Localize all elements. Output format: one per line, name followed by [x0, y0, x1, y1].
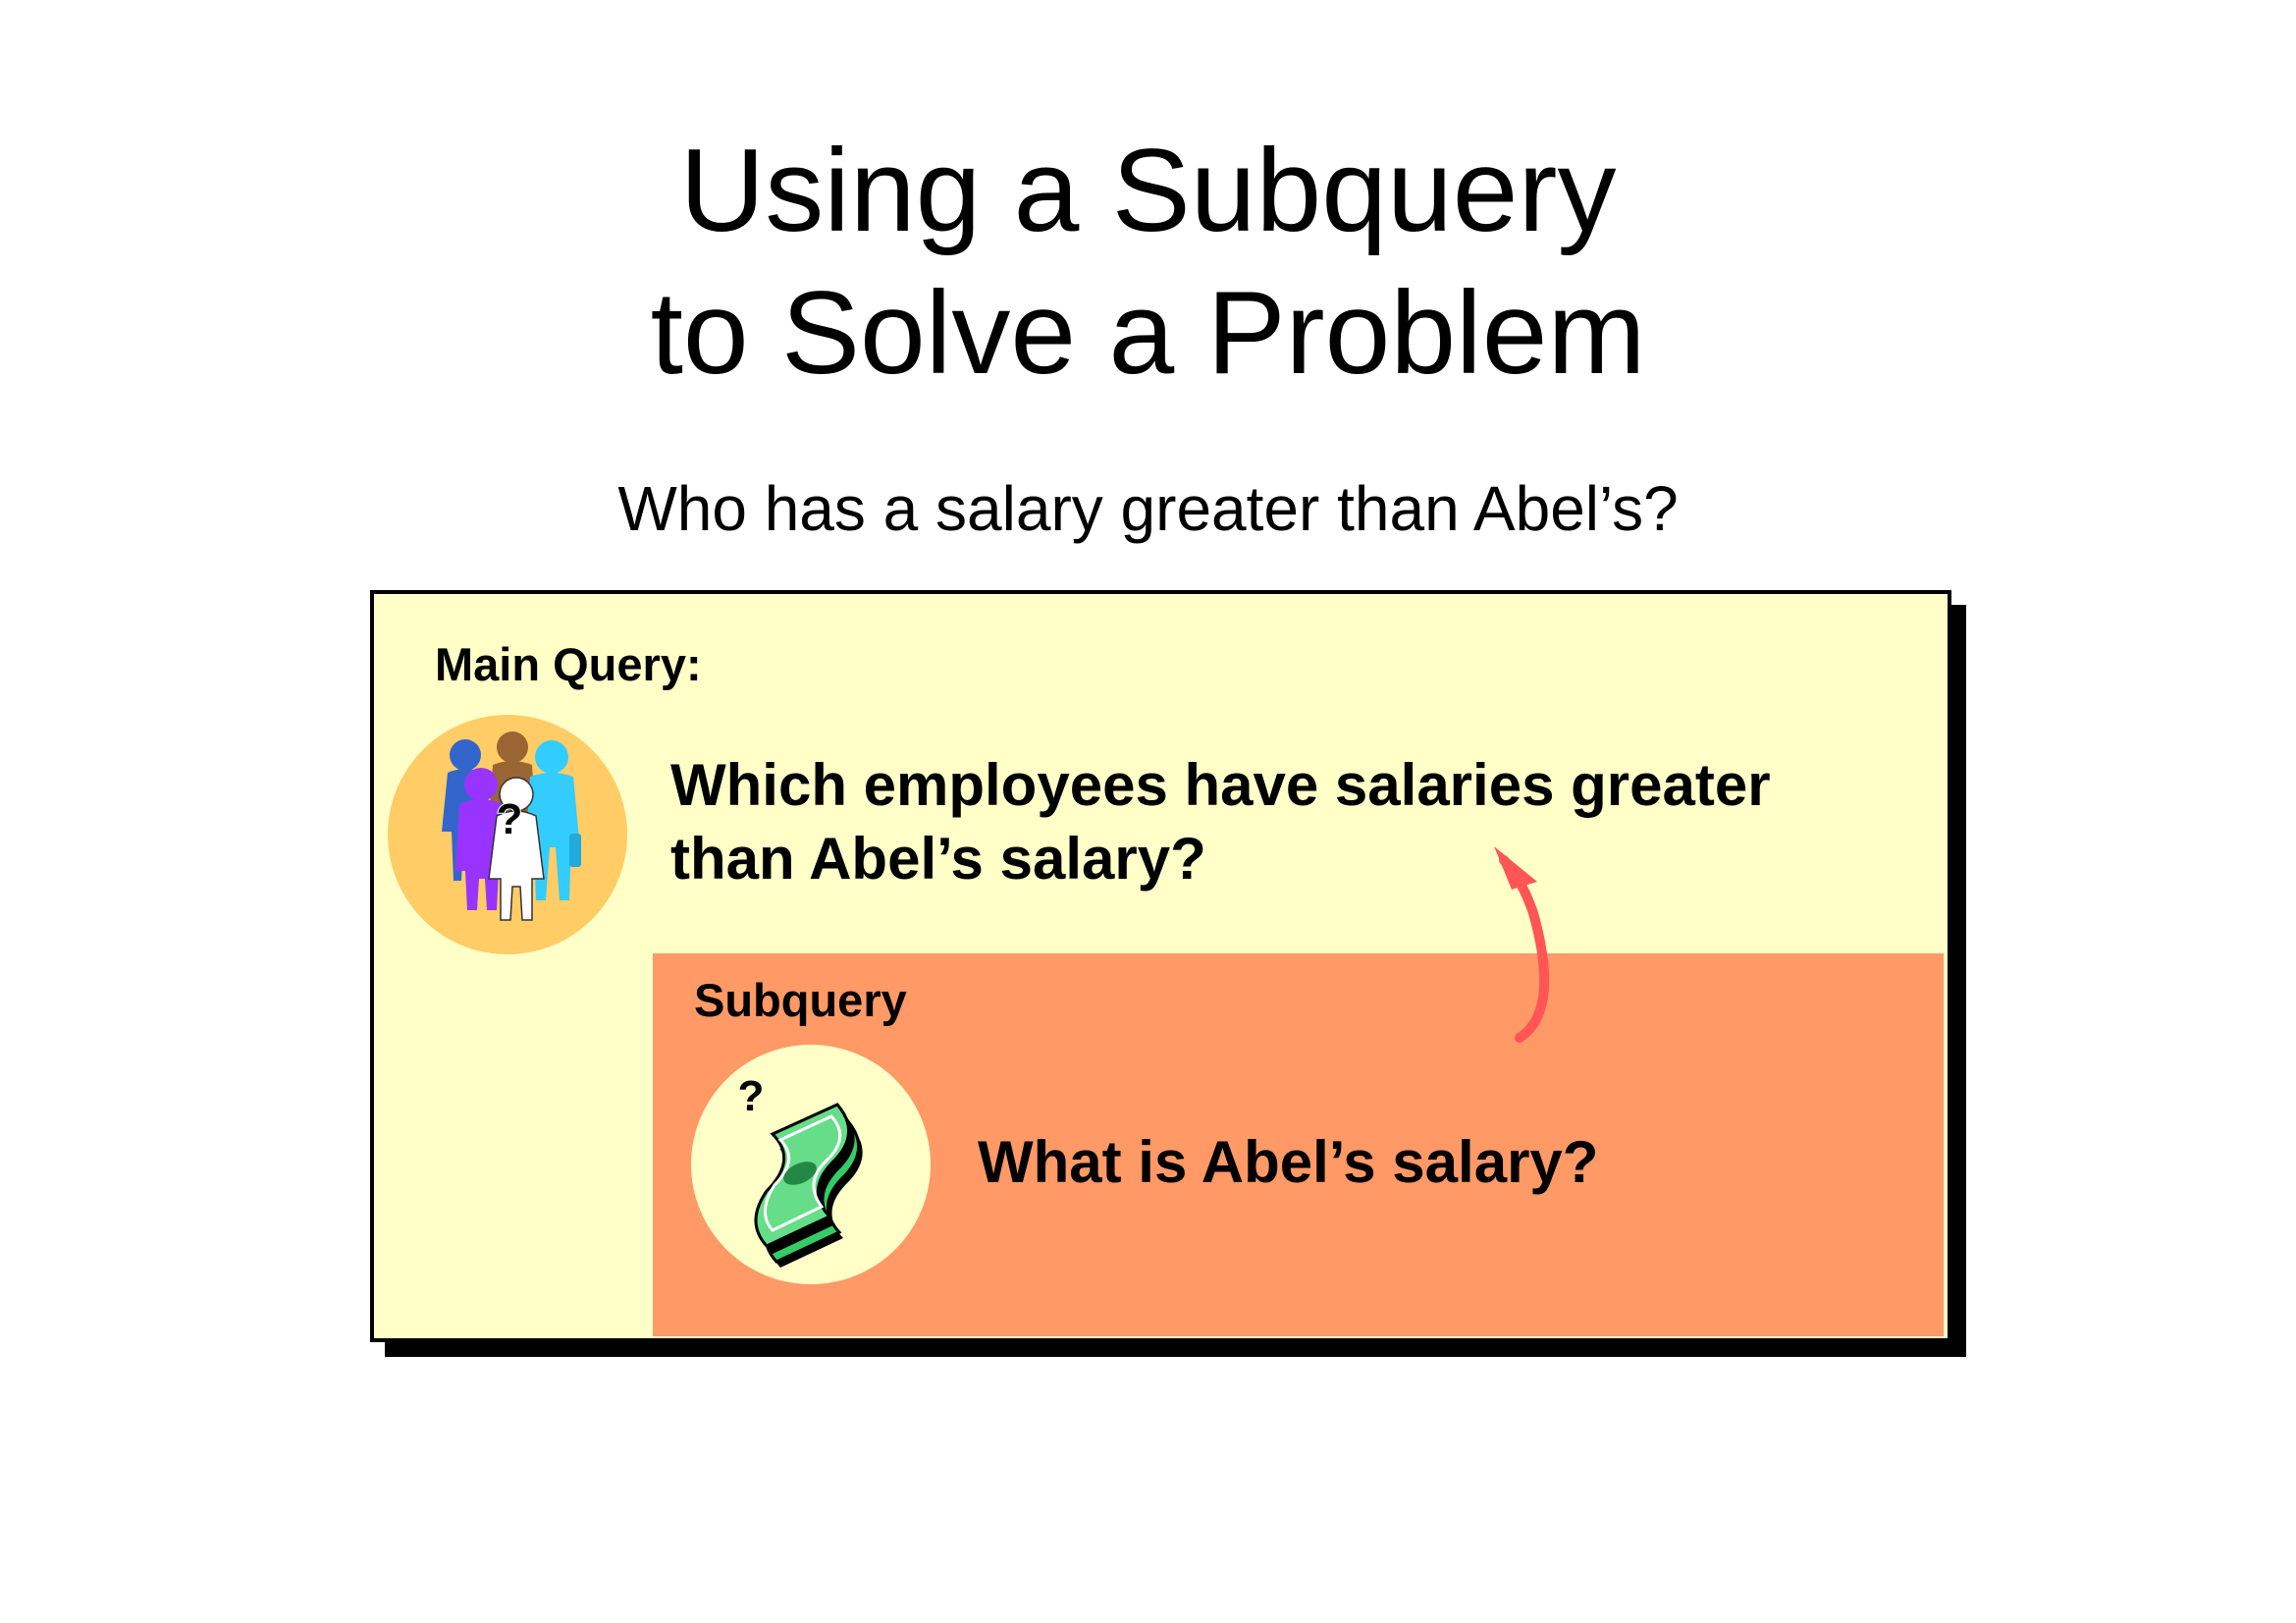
people-question-icon: ?	[388, 715, 627, 954]
question-text: Who has a salary greater than Abel’s?	[617, 473, 1679, 544]
people-question-mark: ?	[497, 795, 523, 843]
money-question-mark: ?	[738, 1072, 765, 1120]
subquery-label: Subquery	[694, 974, 907, 1026]
main-query-text-line-1: Which employees have salaries greater	[670, 752, 1771, 818]
main-query-text: Which employees have salaries greater th…	[670, 748, 1897, 895]
main-query-label: Main Query:	[435, 638, 702, 690]
subquery-box: Subquery ? What is Abel’s salary?	[653, 953, 1944, 1336]
title-line-1: Using a Subquery	[679, 125, 1617, 256]
subquery-text: What is Abel’s salary?	[978, 1129, 1599, 1195]
main-query-text-line-2: than Abel’s salary?	[670, 826, 1206, 892]
main-query-box: Main Query: ? Which employees have salar…	[370, 590, 1951, 1342]
title-line-2: to Solve a Problem	[650, 267, 1646, 399]
money-question-icon: ?	[691, 1045, 931, 1284]
